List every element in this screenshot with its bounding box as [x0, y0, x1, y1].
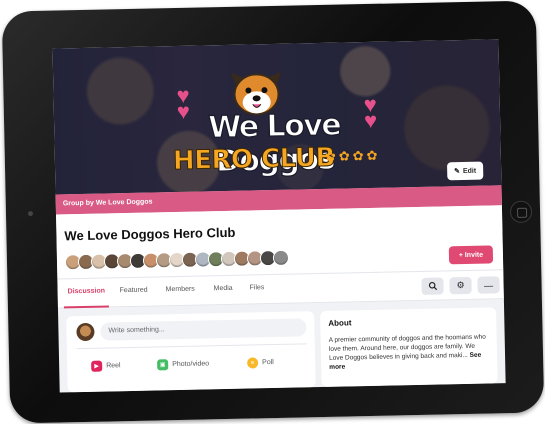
camera-icon — [27, 211, 34, 217]
tab-discussion[interactable]: Discussion — [68, 288, 105, 296]
home-button[interactable] — [509, 200, 533, 224]
about-description: A premier community of doggos and the ho… — [328, 333, 486, 362]
about-text: A premier community of doggos and the ho… — [329, 333, 490, 372]
screen: ♥ ♥ ♥ ♥ We Love Doggos HERO CLUB ✿✿✿✿ ✎ Ed… — [52, 39, 506, 393]
about-card: About A premier community of doggos and … — [320, 307, 498, 388]
poll-icon: ≡ — [247, 357, 259, 369]
member-avatars[interactable] — [64, 249, 290, 271]
photo-video-label: Photo/video — [172, 360, 210, 369]
edit-label: Edit — [462, 167, 477, 175]
reel-button[interactable]: ▶ Reel — [91, 360, 121, 372]
write-something-input[interactable]: Write something... — [100, 318, 307, 341]
gear-icon: ⚙ — [456, 280, 465, 291]
reel-label: Reel — [106, 362, 121, 370]
page-title: We Love Doggos Hero Club — [64, 224, 236, 244]
tab-featured[interactable]: Featured — [120, 287, 148, 295]
more-button[interactable]: — — [477, 276, 500, 294]
more-icon: — — [483, 279, 494, 291]
tablet-frame: ♥ ♥ ♥ ♥ We Love Doggos HERO CLUB ✿✿✿✿ ✎ Ed… — [1, 0, 545, 424]
poll-label: Poll — [262, 359, 274, 367]
divider — [76, 343, 307, 350]
photo-icon: ▣ — [157, 359, 169, 371]
pencil-icon: ✎ — [454, 168, 461, 176]
poll-button[interactable]: ≡ Poll — [247, 357, 274, 369]
about-title: About — [328, 318, 352, 328]
avatar[interactable] — [76, 322, 95, 342]
search-button[interactable] — [421, 277, 444, 295]
reel-icon: ▶ — [91, 360, 103, 372]
tab-members[interactable]: Members — [166, 286, 195, 294]
edit-cover-button[interactable]: ✎ Edit — [446, 161, 484, 181]
cover-photo: ♥ ♥ ♥ ♥ We Love Doggos HERO CLUB ✿✿✿✿ ✎ Ed… — [52, 39, 502, 195]
logo-subtitle: HERO CLUB — [172, 142, 336, 177]
active-tab-indicator — [63, 305, 109, 309]
settings-button[interactable]: ⚙ — [449, 276, 472, 295]
tab-files[interactable]: Files — [250, 284, 265, 291]
paw-prints-icon: ✿✿✿✿ — [324, 147, 381, 164]
tab-media[interactable]: Media — [214, 285, 233, 292]
search-icon — [428, 282, 437, 291]
member-avatar[interactable] — [272, 249, 290, 267]
composer-card: Write something... ▶ Reel ▣ Photo/video … — [66, 311, 316, 393]
invite-button[interactable]: + Invite — [448, 245, 494, 265]
photo-video-button[interactable]: ▣ Photo/video — [157, 358, 210, 371]
group-header: We Love Doggos Hero Club + Invite — [56, 205, 504, 279]
